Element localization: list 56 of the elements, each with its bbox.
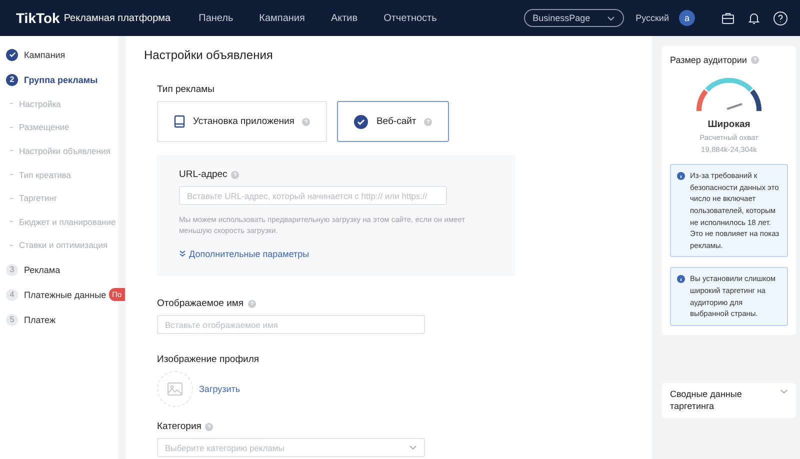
ad-type-option[interactable]: Установка приложения <box>157 101 328 142</box>
help-icon <box>231 170 240 178</box>
help-icon <box>205 422 214 430</box>
chevron-down-icon <box>409 445 417 450</box>
step-label: Кампания <box>24 50 66 60</box>
account-selector[interactable]: BusinessPage <box>524 9 624 27</box>
step-number: 4 <box>6 288 18 301</box>
step-number: 5 <box>6 314 18 326</box>
logo-subtitle: Рекламная платформа <box>64 12 171 24</box>
chevron-down-icon <box>780 388 788 394</box>
double-chevron-icon <box>179 250 186 257</box>
info-icon <box>677 275 685 284</box>
step-item[interactable]: Кампания <box>6 42 66 67</box>
audience-size-label: Широкая <box>706 119 752 130</box>
step-label: Платеж <box>24 314 56 325</box>
field-label: URL-адрес <box>179 169 228 180</box>
field-label: Отображаемое имя <box>157 298 244 309</box>
url-input[interactable]: Вставьте URL-адрес, который начинается с http:// или https:// <box>179 186 447 205</box>
avatar[interactable]: a <box>679 10 695 26</box>
field-label: Категория <box>157 421 202 432</box>
notification-bell-icon[interactable] <box>747 11 761 25</box>
help-icon <box>302 118 310 126</box>
step-item[interactable]: 3 Реклама <box>6 257 60 282</box>
language-link[interactable]: Русский <box>636 13 669 23</box>
step-item[interactable]: 2 Группа рекламы <box>6 67 98 92</box>
targeting-summary-card[interactable]: Сводные данные таргетинга <box>662 382 796 418</box>
image-icon <box>167 382 183 396</box>
card-title: Сводные данные таргетинга <box>670 388 743 412</box>
chevron-down-icon <box>606 16 615 20</box>
step-label: Платежные данные <box>24 290 106 300</box>
step-label: Группа рекламы <box>24 74 98 84</box>
info-icon <box>677 172 685 180</box>
nav-link[interactable]: Панель <box>198 12 234 24</box>
section-title: Настройки объявления <box>144 48 274 62</box>
nav-link[interactable]: Отчетность <box>384 12 437 24</box>
field-label: Изображение профиля <box>157 354 260 365</box>
step-number: 3 <box>6 264 18 276</box>
card-title: Размер аудитории <box>670 55 747 65</box>
step-item[interactable]: 5 Платеж <box>6 307 56 332</box>
briefcase-icon[interactable] <box>721 11 735 25</box>
help-icon <box>750 56 759 64</box>
mobile-device-icon <box>174 115 185 128</box>
step-number: 2 <box>6 74 18 86</box>
help-icon <box>424 118 432 126</box>
step-label: Реклама <box>24 264 60 275</box>
help-icon[interactable] <box>773 10 788 26</box>
logo: TikTok <box>16 10 60 26</box>
checked-icon <box>354 114 368 128</box>
field-label: Тип рекламы <box>157 84 214 95</box>
help-icon <box>248 300 256 308</box>
ad-type-option[interactable]: Веб-сайт <box>337 101 450 142</box>
display-name-input[interactable]: Вставьте отображаемое имя <box>157 315 425 334</box>
upload-link[interactable]: Загрузить <box>199 384 240 394</box>
nav-link[interactable]: Актив <box>330 12 358 24</box>
more-options-link[interactable]: Дополнительные параметры <box>179 248 310 258</box>
nav-link[interactable]: Кампания <box>259 12 305 24</box>
